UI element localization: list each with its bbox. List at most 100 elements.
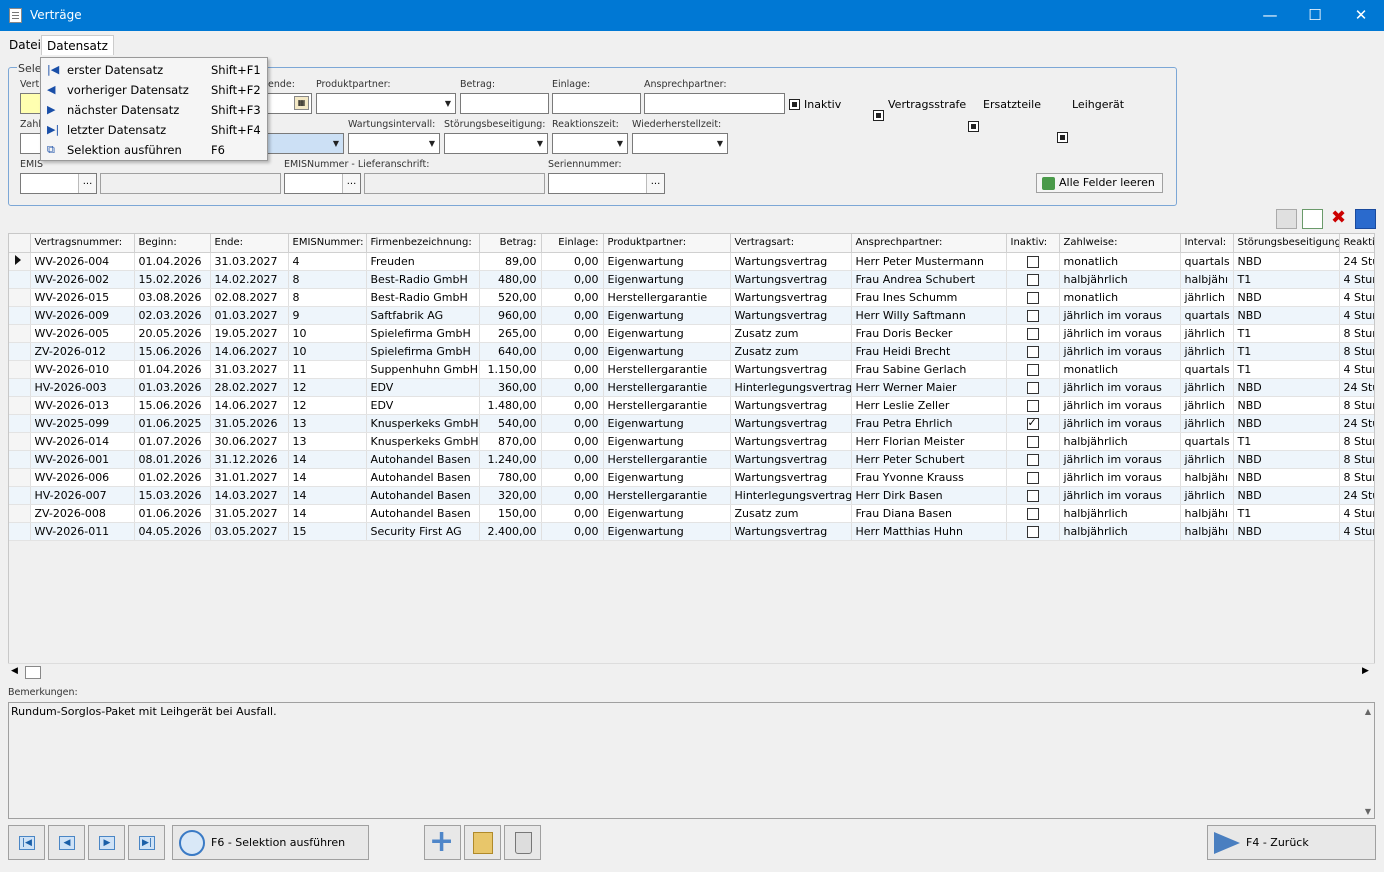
table-cell[interactable]: 01.06.2025 bbox=[134, 414, 211, 433]
inaktiv-cell-checkbox[interactable] bbox=[1026, 489, 1039, 502]
table-cell[interactable]: 24 Stu bbox=[1339, 486, 1374, 505]
table-cell[interactable]: 10 bbox=[288, 342, 367, 361]
scroll-right-icon[interactable]: ▶ bbox=[1362, 666, 1369, 676]
table-row[interactable]: WV-2026-001 08.01.2026 31.12.2026 14 Autohan… bbox=[9, 450, 1374, 469]
print-icon[interactable] bbox=[1276, 209, 1297, 229]
table-cell[interactable]: Herr Werner Maier bbox=[851, 378, 1007, 397]
table-row[interactable]: WV-2026-002 15.02.2026 14.02.2027 8 Best-Rad… bbox=[9, 270, 1374, 289]
table-cell[interactable]: 14 bbox=[288, 486, 367, 505]
reaktionszeit-select[interactable]: ▼ bbox=[552, 133, 628, 154]
table-cell[interactable]: quartals bbox=[1180, 252, 1234, 271]
inaktiv-cell[interactable] bbox=[1006, 324, 1060, 343]
table-cell[interactable]: 0,00 bbox=[541, 342, 604, 361]
save-icon[interactable] bbox=[1355, 209, 1376, 229]
table-cell[interactable]: 8 bbox=[288, 270, 367, 289]
table-cell[interactable]: 14.06.2027 bbox=[210, 396, 289, 415]
column-header[interactable]: Reaktic bbox=[1339, 234, 1374, 253]
table-cell[interactable]: Suppenhuhn GmbH bbox=[366, 360, 480, 379]
table-cell[interactable]: 8 bbox=[288, 288, 367, 307]
column-header[interactable]: Firmenbezeichnung: bbox=[366, 234, 480, 253]
table-cell[interactable]: 28.02.2027 bbox=[210, 378, 289, 397]
inaktiv-cell[interactable] bbox=[1006, 486, 1060, 505]
table-cell[interactable]: Eigenwartung bbox=[603, 324, 731, 343]
last-record-button[interactable]: ▶| bbox=[128, 825, 165, 860]
row-selector[interactable] bbox=[9, 522, 31, 541]
row-selector[interactable] bbox=[9, 306, 31, 325]
table-cell[interactable]: halbjähı bbox=[1180, 468, 1234, 487]
emis-input[interactable]: ... bbox=[20, 173, 97, 194]
stoerungsbeseitigung-select[interactable]: ▼ bbox=[444, 133, 548, 154]
trash-button[interactable] bbox=[504, 825, 541, 860]
table-cell[interactable]: NBD bbox=[1233, 396, 1340, 415]
table-cell[interactable]: Spielefirma GmbH bbox=[366, 324, 480, 343]
table-cell[interactable]: 0,00 bbox=[541, 522, 604, 541]
table-cell[interactable]: Herstellergarantie bbox=[603, 288, 731, 307]
column-header[interactable]: EMISNummer: bbox=[288, 234, 367, 253]
table-cell[interactable]: quartals bbox=[1180, 360, 1234, 379]
ansprechpartner-input[interactable] bbox=[644, 93, 785, 114]
table-cell[interactable]: Wartungsvertrag bbox=[730, 468, 852, 487]
table-cell[interactable]: Herr Matthias Huhn bbox=[851, 522, 1007, 541]
table-cell[interactable]: Eigenwartung bbox=[603, 414, 731, 433]
table-cell[interactable]: 01.04.2026 bbox=[134, 252, 211, 271]
table-cell[interactable]: HV-2026-007 bbox=[30, 486, 135, 505]
calendar-icon[interactable]: ▦ bbox=[294, 96, 309, 110]
table-cell[interactable]: 1.240,00 bbox=[479, 450, 542, 469]
table-cell[interactable]: 0,00 bbox=[541, 252, 604, 271]
zahlweise-select[interactable] bbox=[20, 133, 42, 154]
inaktiv-cell-checkbox[interactable] bbox=[1026, 471, 1039, 484]
table-cell[interactable]: 780,00 bbox=[479, 468, 542, 487]
table-cell[interactable]: 12 bbox=[288, 396, 367, 415]
table-cell[interactable]: halbjähı bbox=[1180, 522, 1234, 541]
table-cell[interactable]: Zusatz zum bbox=[730, 504, 852, 523]
table-cell[interactable]: 8 Stun bbox=[1339, 396, 1374, 415]
betrag-input[interactable] bbox=[460, 93, 549, 114]
table-cell[interactable]: 640,00 bbox=[479, 342, 542, 361]
inaktiv-cell[interactable] bbox=[1006, 252, 1060, 271]
table-cell[interactable]: Wartungsvertrag bbox=[730, 414, 852, 433]
wiederherstellzeit-select[interactable]: ▼ bbox=[632, 133, 728, 154]
inaktiv-checkbox[interactable] bbox=[789, 99, 800, 110]
table-cell[interactable]: Freuden bbox=[366, 252, 480, 271]
table-cell[interactable]: ZV-2026-012 bbox=[30, 342, 135, 361]
table-cell[interactable]: 4 Stun bbox=[1339, 288, 1374, 307]
table-cell[interactable]: Wartungsvertrag bbox=[730, 432, 852, 451]
table-cell[interactable]: 9 bbox=[288, 306, 367, 325]
table-cell[interactable]: 24 Stu bbox=[1339, 378, 1374, 397]
table-cell[interactable]: 520,00 bbox=[479, 288, 542, 307]
table-cell[interactable]: 08.01.2026 bbox=[134, 450, 211, 469]
row-selector[interactable] bbox=[9, 360, 31, 379]
table-cell[interactable]: quartals bbox=[1180, 432, 1234, 451]
table-cell[interactable]: 0,00 bbox=[541, 414, 604, 433]
table-cell[interactable]: 14 bbox=[288, 504, 367, 523]
table-cell[interactable]: Herr Dirk Basen bbox=[851, 486, 1007, 505]
row-selector[interactable] bbox=[9, 468, 31, 487]
back-button[interactable]: F4 - Zurück bbox=[1207, 825, 1376, 860]
table-cell[interactable]: NBD bbox=[1233, 468, 1340, 487]
table-cell[interactable]: jährlich im voraus bbox=[1059, 450, 1181, 469]
table-cell[interactable]: 03.05.2027 bbox=[210, 522, 289, 541]
column-header[interactable]: Störungsbeseitigung: bbox=[1233, 234, 1340, 253]
table-cell[interactable]: WV-2026-005 bbox=[30, 324, 135, 343]
run-selection-button[interactable]: F6 - Selektion ausführen bbox=[172, 825, 369, 860]
table-cell[interactable]: 31.12.2026 bbox=[210, 450, 289, 469]
table-cell[interactable]: 1.480,00 bbox=[479, 396, 542, 415]
add-button[interactable]: + bbox=[424, 824, 461, 860]
table-cell[interactable]: Best-Radio GmbH bbox=[366, 270, 480, 289]
table-row[interactable]: WV-2026-014 01.07.2026 30.06.2027 13 Knusper… bbox=[9, 432, 1374, 451]
table-cell[interactable]: 03.08.2026 bbox=[134, 288, 211, 307]
table-cell[interactable]: Frau Ines Schumm bbox=[851, 288, 1007, 307]
table-cell[interactable]: Herr Peter Mustermann bbox=[851, 252, 1007, 271]
table-cell[interactable]: Wartungsvertrag bbox=[730, 450, 852, 469]
table-cell[interactable]: NBD bbox=[1233, 450, 1340, 469]
table-row[interactable]: WV-2026-006 01.02.2026 31.01.2027 14 Autohan… bbox=[9, 468, 1374, 487]
inaktiv-cell[interactable] bbox=[1006, 306, 1060, 325]
row-selector[interactable] bbox=[9, 324, 31, 343]
table-cell[interactable]: WV-2026-013 bbox=[30, 396, 135, 415]
table-cell[interactable]: Eigenwartung bbox=[603, 432, 731, 451]
table-cell[interactable]: 20.05.2026 bbox=[134, 324, 211, 343]
table-cell[interactable]: 30.06.2027 bbox=[210, 432, 289, 451]
table-row[interactable]: WV-2026-015 03.08.2026 02.08.2027 8 Best-Rad… bbox=[9, 288, 1374, 307]
table-cell[interactable]: 1.150,00 bbox=[479, 360, 542, 379]
table-cell[interactable]: Herr Florian Meister bbox=[851, 432, 1007, 451]
